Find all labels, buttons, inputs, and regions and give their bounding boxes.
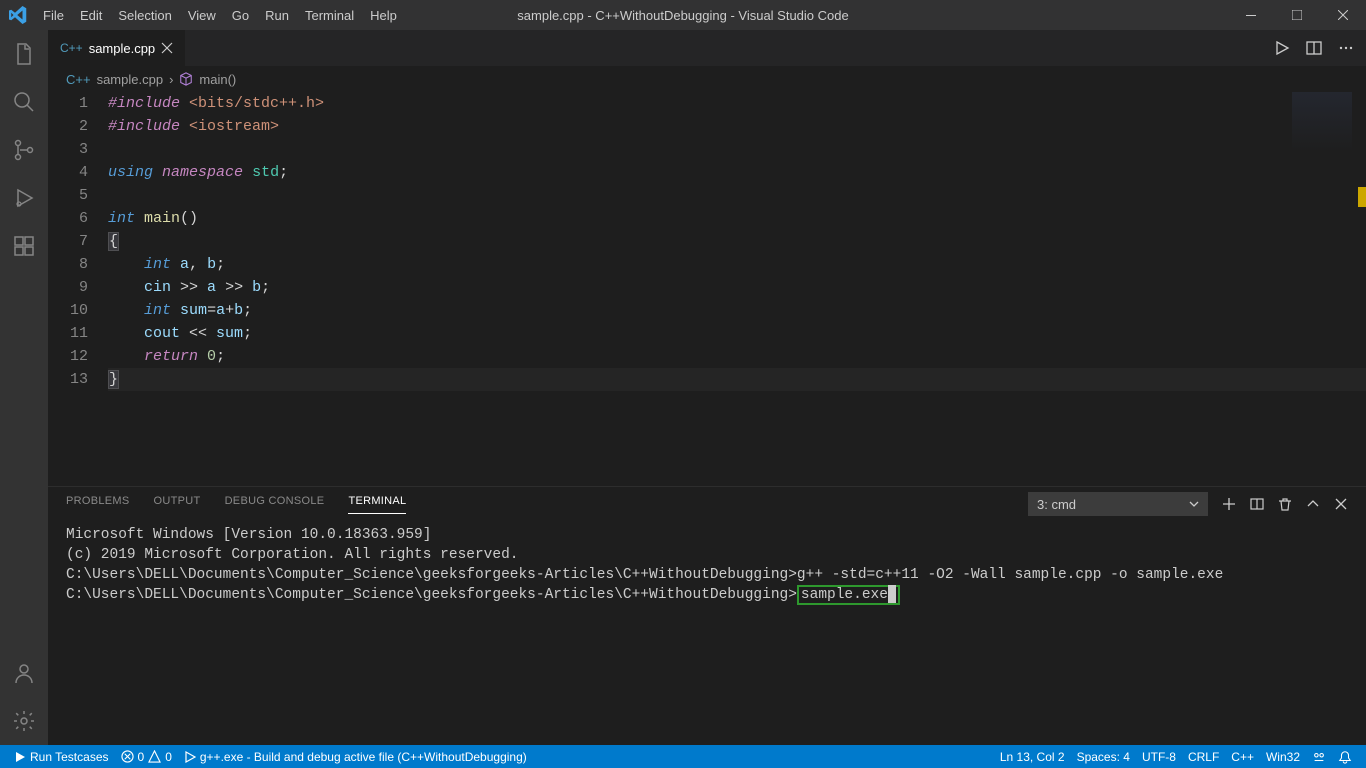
menu-help[interactable]: Help (362, 0, 405, 30)
minimize-button[interactable] (1228, 0, 1274, 30)
indentation[interactable]: Spaces: 4 (1071, 750, 1136, 764)
activity-bar (0, 30, 48, 745)
kill-terminal-icon[interactable] (1278, 497, 1292, 511)
overview-ruler-marker (1358, 187, 1366, 207)
platform[interactable]: Win32 (1260, 750, 1306, 764)
menu-run[interactable]: Run (257, 0, 297, 30)
breadcrumbs[interactable]: C++ sample.cpp › main() (48, 66, 1366, 92)
panel-tab-debug-console[interactable]: DEBUG CONSOLE (225, 495, 325, 514)
run-testcases-label: Run Testcases (30, 750, 109, 764)
tab-filename: sample.cpp (89, 41, 155, 56)
extensions-icon[interactable] (0, 222, 48, 270)
cursor-position[interactable]: Ln 13, Col 2 (994, 750, 1071, 764)
bottom-panel: PROBLEMS OUTPUT DEBUG CONSOLE TERMINAL 3: c… (48, 486, 1366, 745)
chevron-down-icon (1189, 499, 1199, 509)
terminal-selector[interactable]: 3: cmd (1028, 492, 1208, 516)
source-control-icon[interactable] (0, 126, 48, 174)
terminal-command-highlight: sample.exe (797, 585, 900, 605)
search-icon[interactable] (0, 78, 48, 126)
editor-tab-sample-cpp[interactable]: C++ sample.cpp (48, 30, 185, 66)
accounts-icon[interactable] (0, 649, 48, 697)
panel-header: PROBLEMS OUTPUT DEBUG CONSOLE TERMINAL 3: c… (48, 487, 1366, 521)
new-terminal-icon[interactable] (1222, 497, 1236, 511)
maximize-button[interactable] (1274, 0, 1320, 30)
line-number-gutter: 12345678910111213 (48, 92, 108, 486)
build-task-button[interactable]: g++.exe - Build and debug active file (C… (178, 745, 533, 768)
panel-tab-terminal[interactable]: TERMINAL (348, 495, 406, 514)
editor-tabs: C++ sample.cpp (48, 30, 1366, 66)
statusbar: Run Testcases 0 0 g++.exe - Build and de… (0, 745, 1366, 768)
feedback-icon[interactable] (1306, 750, 1332, 764)
window-title: sample.cpp - C++WithoutDebugging - Visua… (517, 8, 848, 23)
vscode-logo-icon (0, 6, 35, 24)
minimap[interactable] (1292, 92, 1352, 152)
build-task-label: g++.exe - Build and debug active file (C… (200, 750, 527, 764)
chevron-right-icon: › (169, 72, 173, 87)
terminal-selector-label: 3: cmd (1037, 497, 1076, 512)
problems-status[interactable]: 0 0 (115, 745, 178, 768)
run-debug-icon[interactable] (0, 174, 48, 222)
symbol-icon (179, 72, 193, 86)
breadcrumb-symbol[interactable]: main() (199, 72, 236, 87)
menu-go[interactable]: Go (224, 0, 257, 30)
code-content[interactable]: #include <bits/stdc++.h>#include <iostre… (108, 92, 1366, 486)
cpp-file-icon: C++ (60, 41, 83, 55)
menu-terminal[interactable]: Terminal (297, 0, 362, 30)
close-button[interactable] (1320, 0, 1366, 30)
eol[interactable]: CRLF (1182, 750, 1225, 764)
breadcrumb-file[interactable]: sample.cpp (97, 72, 163, 87)
notifications-icon[interactable] (1332, 750, 1358, 764)
panel-tab-output[interactable]: OUTPUT (154, 495, 201, 514)
split-editor-icon[interactable] (1306, 40, 1322, 56)
close-panel-icon[interactable] (1334, 497, 1348, 511)
run-file-icon[interactable] (1274, 40, 1290, 56)
menu-file[interactable]: File (35, 0, 72, 30)
menu-edit[interactable]: Edit (72, 0, 110, 30)
close-tab-icon[interactable] (161, 42, 173, 54)
terminal-body[interactable]: Microsoft Windows [Version 10.0.18363.95… (48, 521, 1366, 745)
menu-view[interactable]: View (180, 0, 224, 30)
errors-count: 0 (138, 750, 145, 764)
titlebar: FileEditSelectionViewGoRunTerminalHelp s… (0, 0, 1366, 30)
menu-bar: FileEditSelectionViewGoRunTerminalHelp (35, 0, 405, 30)
cpp-file-icon: C++ (66, 72, 91, 87)
maximize-panel-icon[interactable] (1306, 497, 1320, 511)
menu-selection[interactable]: Selection (110, 0, 179, 30)
run-testcases-button[interactable]: Run Testcases (8, 745, 115, 768)
split-terminal-icon[interactable] (1250, 497, 1264, 511)
warnings-count: 0 (165, 750, 172, 764)
more-actions-icon[interactable] (1338, 40, 1354, 56)
panel-tab-problems[interactable]: PROBLEMS (66, 495, 130, 514)
editor[interactable]: 12345678910111213 #include <bits/stdc++.… (48, 92, 1366, 486)
encoding[interactable]: UTF-8 (1136, 750, 1182, 764)
explorer-icon[interactable] (0, 30, 48, 78)
language-mode[interactable]: C++ (1225, 750, 1260, 764)
terminal-cursor (888, 585, 896, 603)
settings-gear-icon[interactable] (0, 697, 48, 745)
